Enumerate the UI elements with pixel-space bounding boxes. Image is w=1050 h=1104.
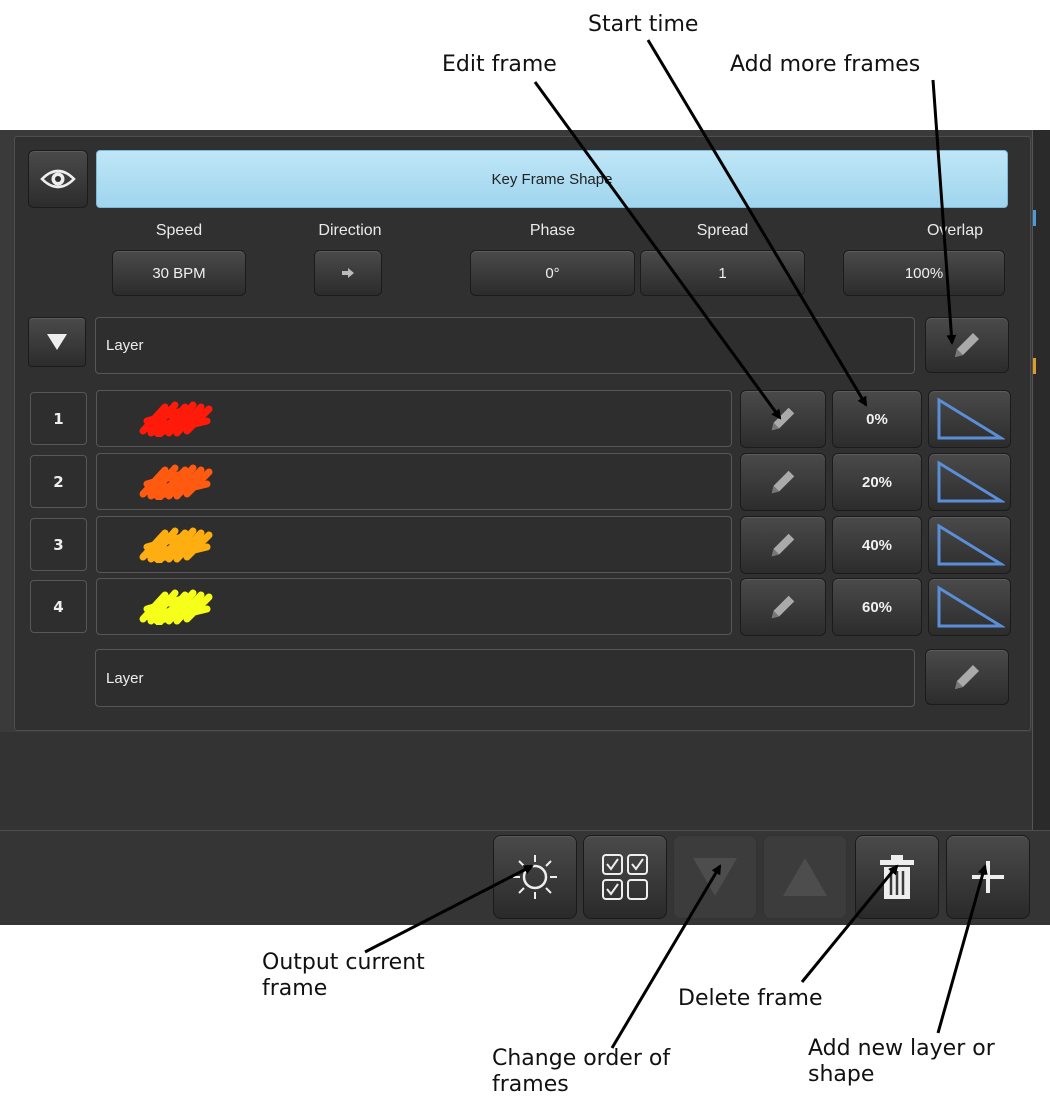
frame-color-field[interactable] — [96, 578, 732, 635]
callout-add-more-frames: Add more frames — [730, 52, 921, 77]
start-time-button[interactable]: 60% — [832, 578, 922, 636]
edit-layer-button[interactable] — [925, 649, 1009, 705]
frame-number: 4 — [30, 580, 87, 633]
arrow-right-icon — [341, 267, 355, 279]
trash-icon — [877, 853, 917, 901]
frame-color-field[interactable] — [96, 516, 732, 573]
fade-curve-button[interactable] — [928, 578, 1011, 636]
edit-frame-button[interactable] — [740, 390, 826, 448]
callout-line: frames — [492, 1072, 569, 1097]
phase-label: Phase — [529, 222, 576, 239]
add-layer-button[interactable] — [946, 835, 1030, 919]
move-frame-down-button[interactable] — [673, 835, 757, 919]
frame-color-field[interactable] — [96, 390, 732, 447]
callout-edit-frame: Edit frame — [442, 52, 557, 77]
select-frames-button[interactable] — [583, 835, 667, 919]
start-time-button[interactable]: 0% — [832, 390, 922, 448]
ramp-icon — [935, 522, 1005, 568]
fade-curve-button[interactable] — [928, 516, 1011, 574]
speed-button[interactable]: 30 BPM — [112, 250, 246, 296]
color-swatch — [139, 401, 213, 437]
strip-marker — [1033, 210, 1036, 226]
pencil-icon — [768, 404, 798, 434]
callout-output-current-frame: Output current frame — [262, 950, 425, 1002]
callout-line: Add new layer or — [808, 1036, 995, 1061]
callout-add-new-layer: Add new layer or shape — [808, 1036, 995, 1088]
direction-label: Direction — [318, 222, 382, 239]
start-time-button[interactable]: 40% — [832, 516, 922, 574]
empty-area — [0, 732, 1032, 830]
visibility-button[interactable] — [28, 150, 88, 208]
direction-button[interactable] — [314, 250, 382, 296]
frame-color-field[interactable] — [96, 453, 732, 510]
color-swatch — [139, 464, 213, 500]
eye-icon — [40, 167, 76, 191]
edit-frame-button[interactable] — [740, 453, 826, 511]
callout-change-order: Change order of frames — [492, 1046, 670, 1098]
fade-curve-button[interactable] — [928, 390, 1011, 448]
frame-number: 2 — [30, 455, 87, 508]
triangle-up-icon — [781, 856, 829, 898]
edit-frame-button[interactable] — [740, 516, 826, 574]
overlap-button[interactable]: 100% — [843, 250, 1005, 296]
sun-icon — [509, 851, 561, 903]
callout-line: frame — [262, 976, 328, 1001]
color-swatch — [139, 527, 213, 563]
layer-collapse-button[interactable] — [28, 317, 86, 367]
fade-curve-button[interactable] — [928, 453, 1011, 511]
callout-line: Output current — [262, 950, 425, 975]
delete-frame-button[interactable] — [855, 835, 939, 919]
move-frame-up-button[interactable] — [763, 835, 847, 919]
callout-line: Change order of — [492, 1046, 671, 1071]
triangle-down-icon — [46, 333, 68, 351]
layer-name-field[interactable]: Layer — [95, 649, 915, 707]
edit-frame-button[interactable] — [740, 578, 826, 636]
callout-delete-frame: Delete frame — [678, 986, 823, 1011]
ramp-icon — [935, 396, 1005, 442]
start-time-button[interactable]: 20% — [832, 453, 922, 511]
pencil-icon — [768, 592, 798, 622]
frame-number: 1 — [30, 392, 87, 445]
ramp-icon — [935, 584, 1005, 630]
phase-button[interactable]: 0° — [470, 250, 635, 296]
layer-name-field[interactable]: Layer — [95, 317, 915, 374]
speed-label: Speed — [155, 222, 203, 239]
checkbox-grid-icon — [597, 849, 653, 905]
pencil-icon — [768, 467, 798, 497]
add-frames-button[interactable] — [925, 317, 1009, 373]
strip-marker — [1033, 358, 1036, 374]
spread-button[interactable]: 1 — [640, 250, 805, 296]
spread-label: Spread — [696, 222, 749, 239]
pencil-icon — [768, 530, 798, 560]
color-swatch — [139, 589, 213, 625]
shape-title-bar[interactable]: Key Frame Shape — [96, 150, 1008, 208]
callout-line: shape — [808, 1062, 875, 1087]
callout-start-time: Start time — [588, 12, 699, 37]
pencil-icon — [951, 329, 983, 361]
frame-number: 3 — [30, 518, 87, 571]
side-strip — [1032, 130, 1050, 830]
output-frame-button[interactable] — [493, 835, 577, 919]
pencil-icon — [951, 661, 983, 693]
plus-icon — [968, 857, 1008, 897]
ramp-icon — [935, 459, 1005, 505]
triangle-down-icon — [691, 856, 739, 898]
overlap-label: Overlap — [926, 222, 983, 239]
